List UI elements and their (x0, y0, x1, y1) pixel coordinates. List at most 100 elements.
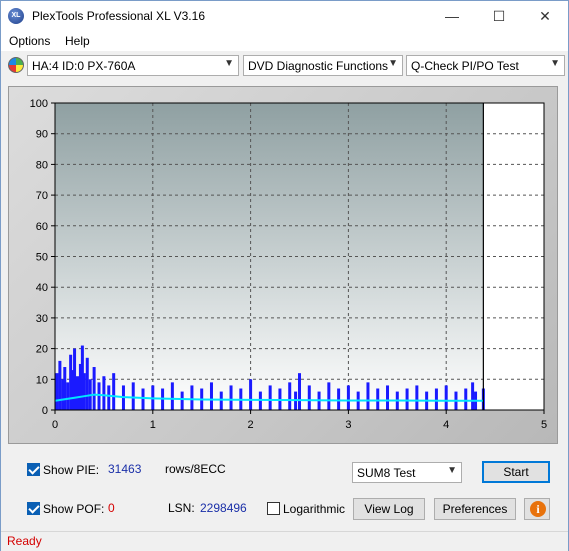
pie-bar (346, 385, 350, 410)
menu-options[interactable]: Options (9, 34, 50, 48)
chevron-down-icon: ▼ (224, 58, 234, 69)
pie-bar (66, 382, 70, 410)
app-window: XL PlexTools Professional XL V3.16 — ☐ ✕… (0, 0, 569, 551)
window-title: PlexTools Professional XL V3.16 (32, 9, 205, 23)
function-select-value: DVD Diagnostic Functions (248, 59, 389, 73)
drive-select[interactable]: HA:4 ID:0 PX-760A ▼ (27, 55, 239, 76)
x-tick-label: 5 (541, 419, 547, 431)
pie-bar (102, 376, 106, 410)
test-select-value: Q-Check PI/PO Test (411, 59, 519, 73)
y-tick-label: 100 (30, 98, 48, 110)
view-log-button[interactable]: View Log (353, 498, 425, 520)
pie-po-chart: 0 10 20 30 40 50 60 70 80 90 100 0 1 2 3 4 5 (30, 98, 547, 431)
pie-bar (471, 382, 475, 410)
sum-test-select[interactable]: SUM8 Test ▼ (352, 462, 462, 483)
title-bar: XL PlexTools Professional XL V3.16 — ☐ ✕ (1, 1, 568, 31)
pie-bar (75, 376, 79, 410)
show-pof-checkbox[interactable] (27, 502, 40, 515)
pie-bar (219, 391, 223, 410)
logarithmic-label: Logarithmic (283, 502, 346, 516)
show-pof-label: Show POF: (43, 502, 105, 516)
x-tick-label: 2 (248, 419, 254, 431)
y-tick-label: 0 (42, 405, 48, 417)
menu-help-label: Help (65, 34, 90, 48)
lsn-label: LSN: (168, 501, 195, 515)
y-tick-label: 70 (36, 190, 48, 202)
function-select[interactable]: DVD Diagnostic Functions ▼ (243, 55, 403, 76)
info-icon: i (530, 501, 546, 517)
show-pie-label: Show PIE: (43, 463, 100, 477)
pie-bar (386, 385, 390, 410)
pie-bar (376, 388, 380, 410)
start-button[interactable]: Start (482, 461, 550, 483)
chevron-down-icon: ▼ (388, 58, 398, 69)
logarithmic-checkbox[interactable] (267, 502, 280, 515)
x-tick-label: 0 (52, 419, 58, 431)
pie-bar (190, 385, 194, 410)
pie-bar (58, 360, 62, 410)
menu-help[interactable]: Help (65, 34, 90, 48)
pie-bar (229, 385, 233, 410)
pof-value: 0 (108, 501, 115, 515)
status-text: Ready (7, 534, 42, 548)
pie-bar (107, 385, 111, 410)
y-tick-label: 80 (36, 159, 48, 171)
sum-test-select-value: SUM8 Test (357, 466, 416, 480)
pie-bar (366, 382, 370, 410)
pie-bar (464, 388, 468, 410)
pie-bar (131, 382, 135, 410)
y-tick-label: 60 (36, 221, 48, 233)
pie-bar (82, 373, 86, 410)
drive-icon (8, 57, 24, 73)
pie-bar (405, 388, 409, 410)
minimize-button[interactable]: — (429, 1, 475, 31)
chevron-down-icon: ▼ (447, 465, 457, 476)
y-tick-label: 10 (36, 374, 48, 386)
drive-select-value: HA:4 ID:0 PX-760A (32, 59, 136, 73)
pie-bar (327, 382, 331, 410)
status-bar: Ready (1, 531, 568, 551)
menu-options-label: Options (9, 34, 51, 48)
y-tick-label: 20 (36, 344, 48, 356)
show-pie-checkbox[interactable] (27, 463, 40, 476)
pie-bar (63, 367, 67, 410)
app-logo-icon: XL (8, 8, 24, 24)
test-select[interactable]: Q-Check PI/PO Test ▼ (406, 55, 565, 76)
pie-bar (112, 373, 116, 410)
y-tick-label: 90 (36, 129, 48, 141)
x-tick-label: 3 (345, 419, 351, 431)
chart-panel: 0 10 20 30 40 50 60 70 80 90 100 0 1 2 3 4 5 (8, 86, 558, 444)
x-tick-label: 4 (443, 419, 449, 431)
pie-bar (209, 382, 213, 410)
control-panel: Show PIE: 31463 rows/8ECC SUM8 Test ▼ St… (8, 451, 558, 526)
preferences-button[interactable]: Preferences (434, 498, 516, 520)
x-tick-label: 1 (150, 419, 156, 431)
lsn-value: 2298496 (200, 501, 247, 515)
pie-bar (434, 388, 438, 410)
menu-bar: Options Help (1, 31, 568, 51)
pie-bar (444, 385, 448, 410)
pie-bar (337, 388, 341, 410)
pie-bar (180, 391, 184, 410)
pie-bar (268, 385, 272, 410)
pie-bar (307, 385, 311, 410)
chevron-down-icon: ▼ (550, 58, 560, 69)
y-tick-label: 50 (36, 252, 48, 264)
y-tick-label: 40 (36, 282, 48, 294)
pie-unit: rows/8ECC (165, 462, 226, 476)
pie-bar (298, 373, 301, 410)
pie-value: 31463 (108, 462, 142, 476)
y-tick-label: 30 (36, 313, 48, 325)
pie-bar (415, 385, 419, 410)
pie-bar (85, 357, 89, 410)
pie-bar (249, 379, 253, 410)
pie-bar (55, 373, 59, 410)
pie-bar (170, 382, 174, 410)
pie-bar (141, 388, 145, 410)
pie-bar (73, 348, 77, 410)
pie-bar (97, 382, 101, 410)
pie-bar (288, 382, 292, 410)
maximize-button[interactable]: ☐ (476, 1, 522, 31)
close-button[interactable]: ✕ (522, 1, 568, 31)
info-button[interactable]: i (524, 498, 550, 520)
